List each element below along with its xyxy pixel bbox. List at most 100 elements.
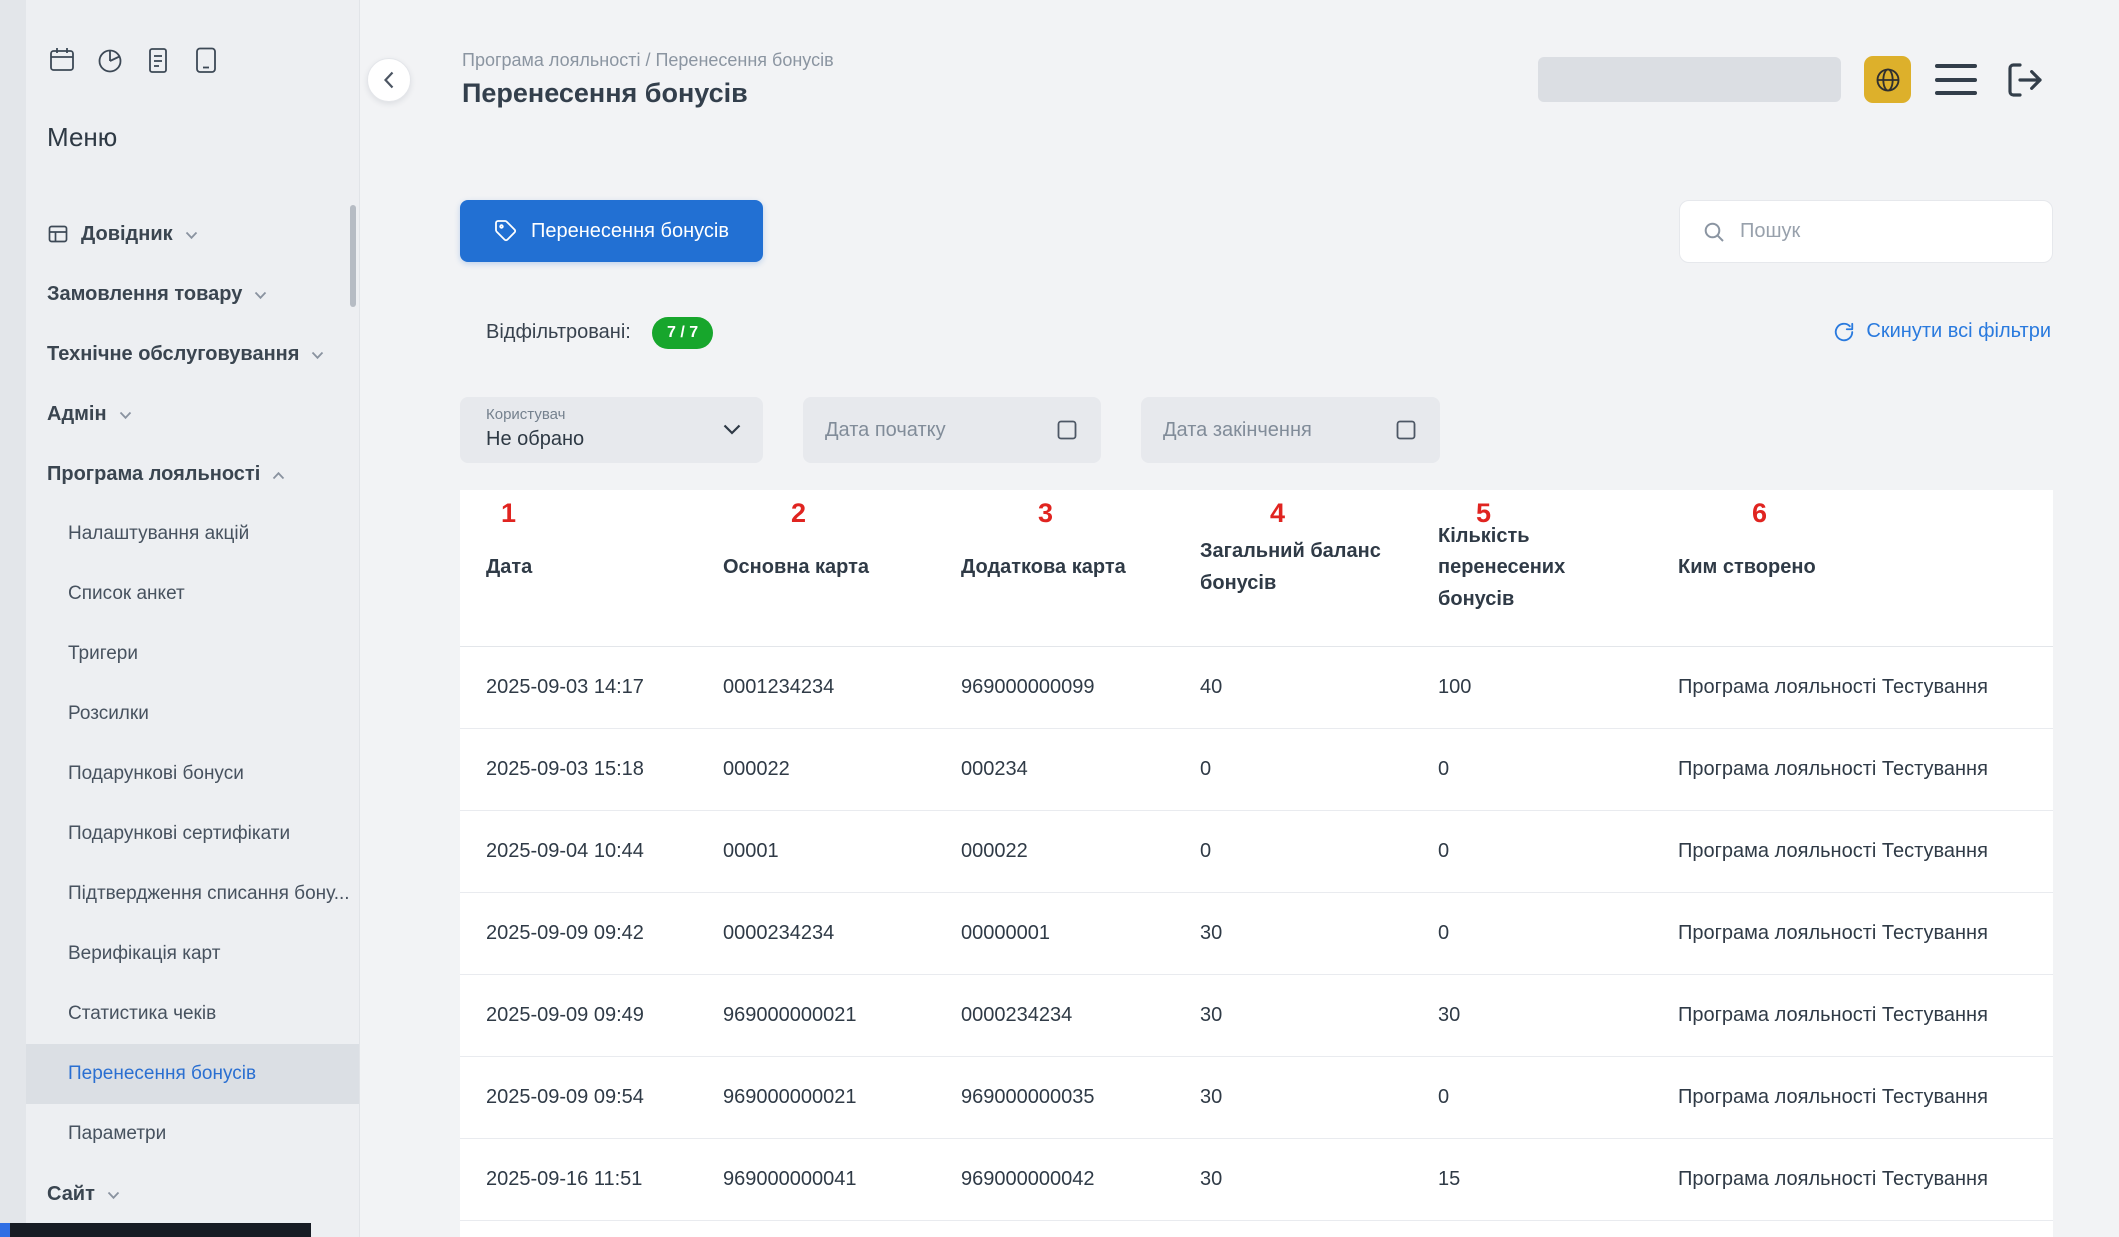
- menu-title: Меню: [47, 122, 117, 153]
- search-icon: [1702, 220, 1726, 244]
- chevron-down-icon: [311, 351, 324, 360]
- annotation-number: 2: [791, 498, 806, 529]
- table-cell: Програма лояльності Тестування: [1678, 975, 2027, 1056]
- search-input[interactable]: [1740, 220, 2030, 243]
- sidebar-section-loyalty[interactable]: Програма лояльності: [0, 444, 359, 504]
- chevron-down-icon: [119, 411, 132, 420]
- sidebar-item[interactable]: Статистика чеків: [0, 984, 359, 1044]
- column-header-label: Кількість перенесених бонусів: [1438, 521, 1598, 616]
- table-cell: 000234: [961, 729, 1200, 810]
- sidebar-item[interactable]: Подарункові сертифікати: [0, 804, 359, 864]
- sidebar-item[interactable]: Перенесення бонусів: [0, 1044, 359, 1104]
- table-cell: 30: [1438, 975, 1678, 1056]
- table-cell: 0: [1438, 893, 1678, 974]
- loyalty-submenu: Налаштування акційСписок анкетТригериРоз…: [0, 504, 359, 1164]
- table-header-row: 1Дата2Основна карта3Додаткова карта4Зага…: [460, 490, 2053, 647]
- sidebar-top-icons: [46, 44, 222, 76]
- transfer-bonuses-button[interactable]: Перенесення бонусів: [460, 200, 763, 262]
- chevron-down-icon: [185, 231, 198, 240]
- document-icon[interactable]: [142, 44, 174, 76]
- user-filter-label: Користувач: [486, 406, 565, 423]
- table-cell: 00001: [723, 811, 961, 892]
- table-cell: 0000234234: [723, 893, 961, 974]
- table-cell: Програма лояльності Тестування: [1678, 811, 2027, 892]
- sidebar-item[interactable]: Верифікація карт: [0, 924, 359, 984]
- logout-icon: [2005, 60, 2045, 100]
- tablet-icon[interactable]: [190, 44, 222, 76]
- menu-toggle-button[interactable]: [1935, 64, 1977, 95]
- language-button[interactable]: [1864, 56, 1911, 103]
- calendar-icon[interactable]: [46, 44, 78, 76]
- sidebar-section-orders[interactable]: Замовлення товару: [0, 264, 359, 324]
- table-cell: 2025-09-09 09:54: [486, 1057, 723, 1138]
- sidebar-item[interactable]: Налаштування акцій: [0, 504, 359, 564]
- sidebar-item[interactable]: Підтвердження списання бону...: [0, 864, 359, 924]
- sidebar-section-maintenance[interactable]: Технічне обслуговування: [0, 324, 359, 384]
- column-header-label: Загальний баланс бонусів: [1200, 536, 1405, 599]
- table-cell: Програма лояльності Тестування: [1678, 647, 2027, 728]
- table-cell: 40: [1200, 647, 1438, 728]
- table-cell: 0000234234: [961, 975, 1200, 1056]
- table-cell: Програма лояльності Тестування: [1678, 893, 2027, 974]
- table-cell: 969000000042: [961, 1139, 1200, 1220]
- table-cell: 30: [1200, 975, 1438, 1056]
- chevron-up-icon: [272, 471, 285, 480]
- table-cell: Програма лояльності Тестування: [1678, 1139, 2027, 1220]
- column-header: 1 Дата: [486, 490, 723, 646]
- table-cell: 0: [1438, 811, 1678, 892]
- filtered-count-badge: 7 / 7: [652, 317, 713, 349]
- transfer-bonuses-button-label: Перенесення бонусів: [531, 220, 729, 243]
- sidebar-item[interactable]: Список анкет: [0, 564, 359, 624]
- date-start-filter[interactable]: Дата початку: [803, 397, 1101, 463]
- pie-chart-icon[interactable]: [94, 44, 126, 76]
- column-header: 6Ким створено: [1678, 490, 2027, 646]
- hamburger-icon: [1935, 91, 1977, 95]
- table-cell: 0001234234: [723, 647, 961, 728]
- reset-filters-link[interactable]: Скинути всі фільтри: [1833, 320, 2051, 343]
- date-end-placeholder: Дата закінчення: [1163, 419, 1312, 442]
- sidebar-section-site[interactable]: Сайт: [0, 1164, 359, 1224]
- table-row[interactable]: 2025-09-09 09:42000023423400000001300Про…: [460, 893, 2053, 975]
- column-header-label: Дата: [486, 552, 532, 584]
- sidebar-item[interactable]: Подарункові бонуси: [0, 744, 359, 804]
- sidebar-collapse-button[interactable]: [367, 58, 411, 102]
- sidebar-item[interactable]: Розсилки: [0, 684, 359, 744]
- sidebar-item[interactable]: Тригери: [0, 624, 359, 684]
- table-cell: 2025-09-09 09:42: [486, 893, 723, 974]
- annotation-number: 6: [1752, 498, 1767, 529]
- user-filter-dropdown[interactable]: Користувач Не обрано: [460, 397, 763, 463]
- calendar-icon: [1055, 418, 1079, 442]
- table-cell: 2025-09-03 14:17: [486, 647, 723, 728]
- table-row[interactable]: 2025-09-09 09:54969000000021969000000035…: [460, 1057, 2053, 1139]
- sidebar-section-label: Замовлення товару: [47, 283, 242, 306]
- annotation-number: 3: [1038, 498, 1053, 529]
- table-row[interactable]: 2025-09-03 15:1800002200023400Програма л…: [460, 729, 2053, 811]
- column-header: 3Додаткова карта: [961, 490, 1200, 646]
- logout-button[interactable]: [2003, 58, 2047, 102]
- user-name-placeholder: [1538, 57, 1841, 102]
- chevron-down-icon: [107, 1191, 120, 1200]
- hamburger-icon: [1935, 64, 1977, 68]
- sidebar-item[interactable]: Параметри: [0, 1104, 359, 1164]
- table-cell: 2025-09-16 11:51: [486, 1139, 723, 1220]
- table-cell: 30: [1200, 893, 1438, 974]
- table-row[interactable]: 2025-09-09 09:49969000000021000023423430…: [460, 975, 2053, 1057]
- bottom-bar-accent: [0, 1223, 10, 1237]
- table-row[interactable]: 2025-09-03 14:17000123423496900000009940…: [460, 647, 2053, 729]
- table-cell: 30: [1200, 1139, 1438, 1220]
- table-cell: 2025-09-09 09:49: [486, 975, 723, 1056]
- sidebar-section-dovidnyk[interactable]: Довідник: [0, 204, 359, 264]
- annotation-number: 4: [1270, 498, 1285, 529]
- table-cell: 0: [1200, 729, 1438, 810]
- date-end-filter[interactable]: Дата закінчення: [1141, 397, 1440, 463]
- table-row[interactable]: 2025-09-16 11:51969000000041969000000042…: [460, 1139, 2053, 1221]
- sidebar-scrollbar[interactable]: [350, 205, 356, 307]
- table-row[interactable]: 2025-09-04 10:440000100002200Програма ло…: [460, 811, 2053, 893]
- bottom-bar: [0, 1223, 311, 1237]
- column-header: 4 Загальний баланс бонусів: [1200, 490, 1438, 646]
- sidebar-section-admin[interactable]: Адмін: [0, 384, 359, 444]
- breadcrumb[interactable]: Програма лояльності / Перенесення бонусі…: [462, 50, 834, 71]
- table-cell: 0: [1438, 1057, 1678, 1138]
- annotation-number: 1: [501, 498, 516, 529]
- chevron-left-icon: [383, 70, 395, 90]
